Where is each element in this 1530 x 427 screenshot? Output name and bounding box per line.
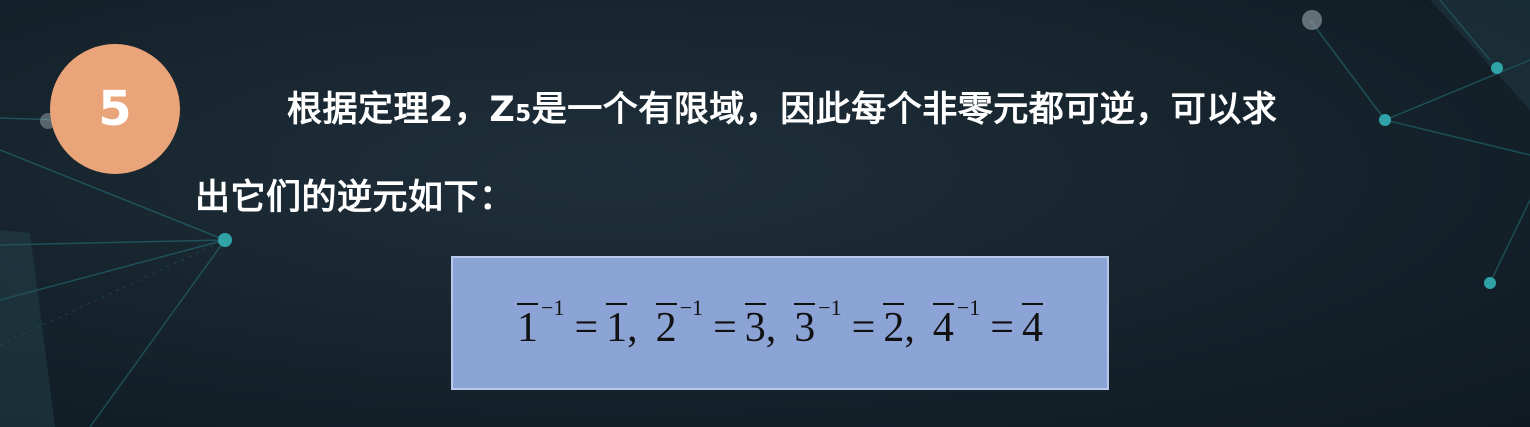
inverse-3: 2 <box>883 302 905 351</box>
step-number: 5 <box>98 81 132 137</box>
exponent: −1 <box>541 294 565 320</box>
base-4: 4 <box>932 302 954 351</box>
explanation-line-1: 根据定理2，Z5是一个有限域，因此每个非零元都可逆，可以求 <box>287 90 1278 130</box>
formula-term-3: 3 −1 = 2, <box>794 295 933 352</box>
formula-term-4: 4 −1 = 4 <box>932 294 1043 352</box>
formula-term-2: 2 −1 = 3, <box>655 294 795 352</box>
separator: , <box>765 304 777 351</box>
exponent: −1 <box>679 294 704 320</box>
inverse-2: 3 <box>744 302 766 351</box>
equals-sign: = <box>713 304 737 351</box>
exponent: −1 <box>956 294 981 320</box>
inverse-1: 1 <box>606 302 628 351</box>
equals-sign: = <box>574 304 599 351</box>
equals-sign: = <box>990 304 1014 351</box>
step-number-badge: 5 <box>50 44 180 174</box>
formula-term-1: 1 −1 = 1, <box>517 295 656 352</box>
base-1: 1 <box>517 302 539 351</box>
z-subscript: 5 <box>515 101 532 127</box>
base-2: 2 <box>655 302 677 351</box>
exponent: −1 <box>818 294 842 320</box>
inverse-4: 4 <box>1021 302 1043 351</box>
separator: , <box>904 304 915 351</box>
explanation-line-2: 出它们的逆元如下： <box>195 178 515 218</box>
explanation-text: 根据定理2，Z5是一个有限域，因此每个非零元都可逆，可以求 出它们的逆元如下： <box>195 68 1515 240</box>
inverse-formula-box: 1 −1 = 1, 2 −1 = 3, 3 −1 = 2, 4 −1 = 4 <box>451 256 1109 390</box>
separator: , <box>627 304 638 351</box>
base-3: 3 <box>794 302 816 351</box>
equals-sign: = <box>851 304 876 351</box>
